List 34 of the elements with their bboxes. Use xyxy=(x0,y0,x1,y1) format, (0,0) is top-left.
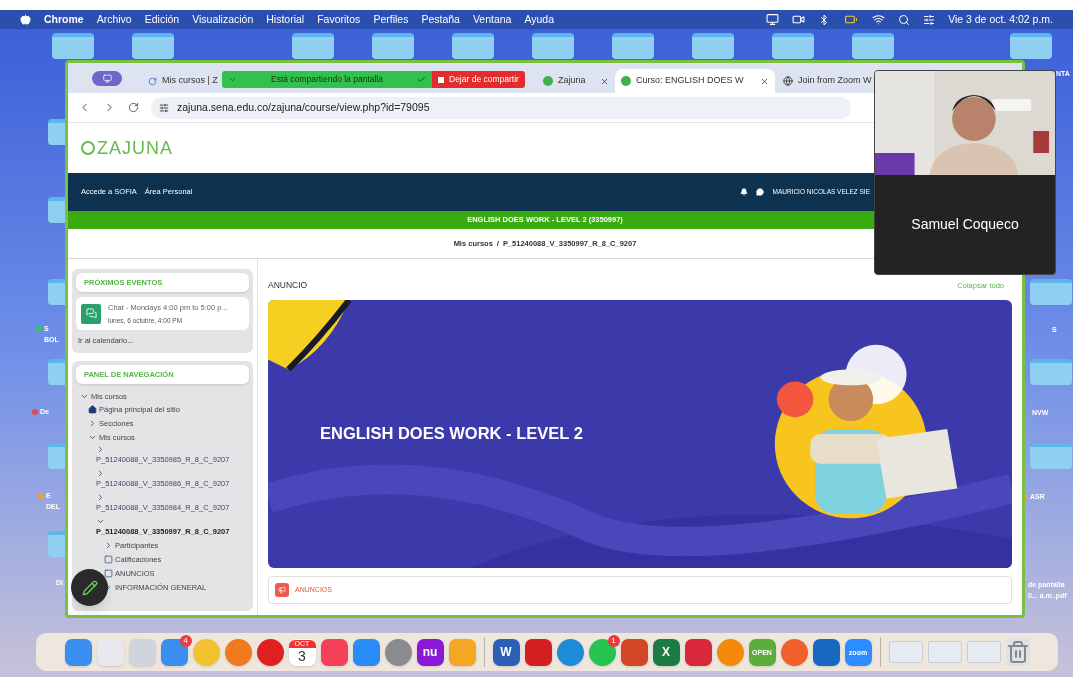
sharing-status-text: Está compartiendo la pantalla xyxy=(270,73,384,86)
stop-sharing-button[interactable]: Dejar de compartir xyxy=(432,71,525,88)
app-icon[interactable]: nu xyxy=(416,638,444,666)
app-label: nu xyxy=(422,646,438,658)
browser-tab[interactable]: Zajuna xyxy=(537,69,615,93)
calendar-day: 3 xyxy=(298,647,306,665)
menu-item[interactable]: Pestaña xyxy=(421,11,460,28)
tab-title: Join from Zoom W xyxy=(798,74,872,88)
browser-tab[interactable]: Curso: ENGLISH DOES W xyxy=(615,69,775,93)
menu-item[interactable]: Ayuda xyxy=(524,11,555,28)
notification-badge: 4 xyxy=(179,634,192,647)
menu-item[interactable]: Edición xyxy=(144,11,180,28)
app-label: W xyxy=(500,646,512,658)
notification-badge: 1 xyxy=(607,634,620,647)
section-heading: ANUNCIO xyxy=(268,279,308,292)
tab-title: Curso: ENGLISH DOES W xyxy=(636,74,745,88)
url-field[interactable]: zajuna.sena.edu.co/zajuna/course/view.php?id=79095 xyxy=(151,96,851,119)
app-label: X xyxy=(662,646,670,658)
menu-item[interactable]: Visualización xyxy=(192,11,254,28)
banner-title: ENGLISH DOES WORK - LEVEL 2 xyxy=(320,423,583,445)
menu-item[interactable]: Historial xyxy=(266,11,305,28)
participant-name: Samuel Coqueco xyxy=(911,215,1019,234)
tab-title: Mis cursos | Z xyxy=(162,74,218,88)
menu-item[interactable]: Favoritos xyxy=(317,11,361,28)
app-icon[interactable]: W xyxy=(492,638,520,666)
url-text: zajuna.sena.edu.co/zajuna/course/view.php?id=79095 xyxy=(177,99,430,115)
browser-tab[interactable]: Mis cursos | Z xyxy=(142,69,222,93)
menu-item[interactable]: Perfiles xyxy=(373,11,409,28)
menu-clock[interactable]: Vie 3 de oct. 4:02 p.m. xyxy=(948,11,1053,28)
app-icon[interactable]: X xyxy=(652,638,680,666)
menu-item[interactable]: Archivo xyxy=(96,11,132,28)
menu-item[interactable]: Ventana xyxy=(472,11,512,28)
tab-title: Zajuna xyxy=(558,74,587,88)
menu-item[interactable]: Chrome xyxy=(44,11,84,28)
